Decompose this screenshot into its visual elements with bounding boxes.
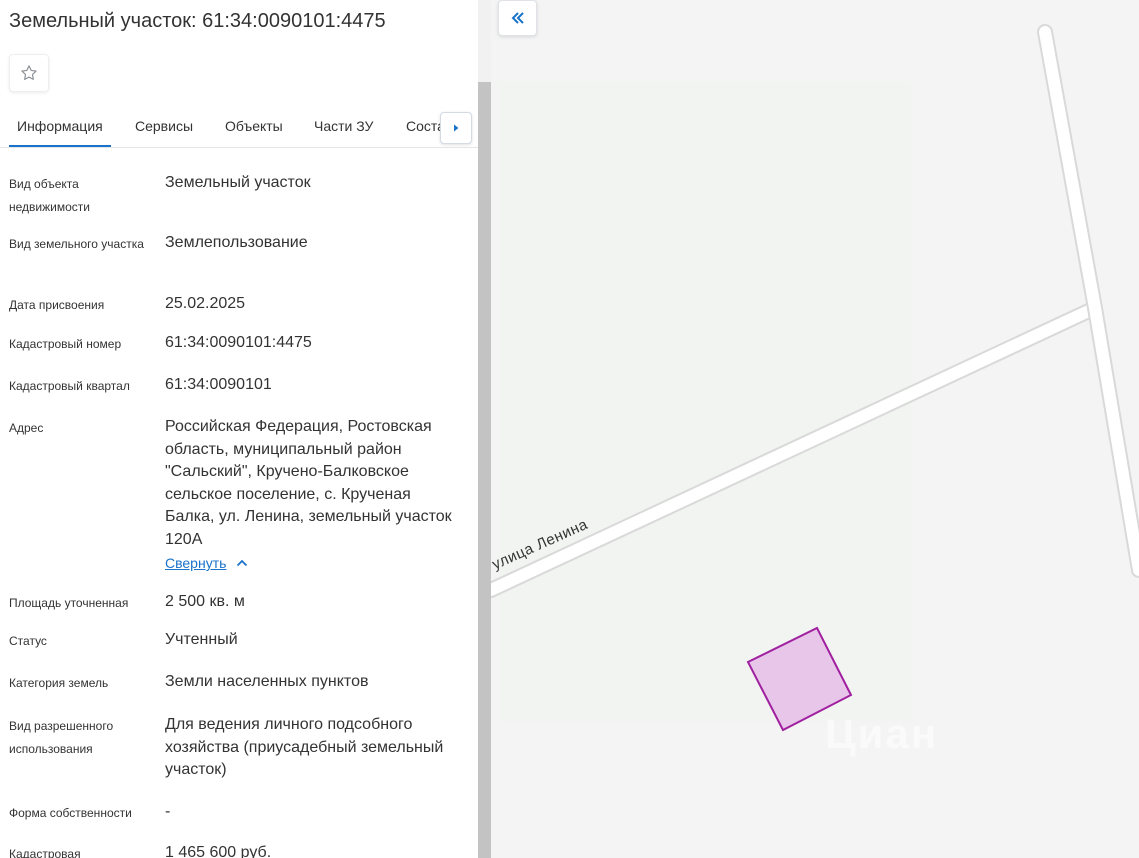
tab-services[interactable]: Сервисы — [135, 118, 193, 134]
tab-objects[interactable]: Объекты — [225, 118, 283, 134]
field-label: Форма собственности — [9, 806, 132, 820]
scrollbar-thumb[interactable] — [478, 82, 491, 858]
active-tab-indicator — [9, 145, 111, 147]
field-label: Дата присвоения — [9, 298, 105, 312]
field-value: 61:34:0090101:4475 — [165, 334, 312, 351]
collapse-link-label[interactable]: Свернуть — [165, 555, 226, 571]
field-value: 25.02.2025 — [165, 295, 246, 312]
map-view[interactable] — [491, 0, 1139, 858]
collapse-panel-button[interactable] — [498, 0, 537, 36]
scrollbar-track[interactable] — [478, 0, 491, 82]
field-value: 61:34:0090101 — [165, 376, 272, 393]
info-panel: Земельный участок: 61:34:0090101:4475 Ин… — [0, 0, 478, 858]
field-value: 1 465 600 руб. — [165, 844, 272, 858]
field-value: Для ведения личного подсобного хозяйства… — [165, 716, 444, 778]
address-value: Российская Федерация, Ростовская область… — [165, 418, 452, 548]
collapse-link[interactable]: Свернуть — [165, 555, 248, 571]
tab-bar: Информация Сервисы Объекты Части ЗУ Сост… — [0, 108, 478, 148]
field-value: - — [165, 803, 171, 820]
double-chevron-left-icon — [511, 12, 524, 24]
watermark: Циан — [825, 710, 939, 757]
field-value: Землепользование — [165, 234, 308, 251]
field-label: Категория земель — [9, 676, 109, 690]
field-label: Кадастровая — [9, 847, 81, 858]
tab-info[interactable]: Информация — [17, 118, 103, 134]
field-label: Вид земельного участка — [9, 237, 144, 251]
field-label: Вид разрешенного использования — [9, 719, 114, 756]
field-label: Кадастровый номер — [9, 337, 122, 351]
field-value: Учтенный — [165, 631, 238, 648]
triangle-right-icon — [454, 124, 459, 132]
field-label: Вид объекта недвижимости — [9, 177, 90, 214]
favorite-button[interactable] — [9, 54, 49, 92]
field-value: 2 500 кв. м — [165, 593, 245, 610]
map-canvas[interactable] — [491, 0, 1139, 858]
tabs-next-button[interactable] — [440, 112, 472, 144]
star-outline-icon — [21, 65, 37, 80]
field-value: Земельный участок — [165, 174, 311, 191]
field-label: Адрес — [9, 421, 44, 435]
field-value: Земли населенных пунктов — [165, 673, 369, 690]
field-label: Кадастровый квартал — [9, 379, 130, 393]
page-title: Земельный участок: 61:34:0090101:4475 — [9, 10, 386, 32]
field-label: Статус — [9, 634, 47, 648]
field-label: Площадь уточненная — [9, 596, 129, 610]
tab-parts[interactable]: Части ЗУ — [314, 118, 373, 134]
chevron-up-icon — [237, 559, 248, 567]
